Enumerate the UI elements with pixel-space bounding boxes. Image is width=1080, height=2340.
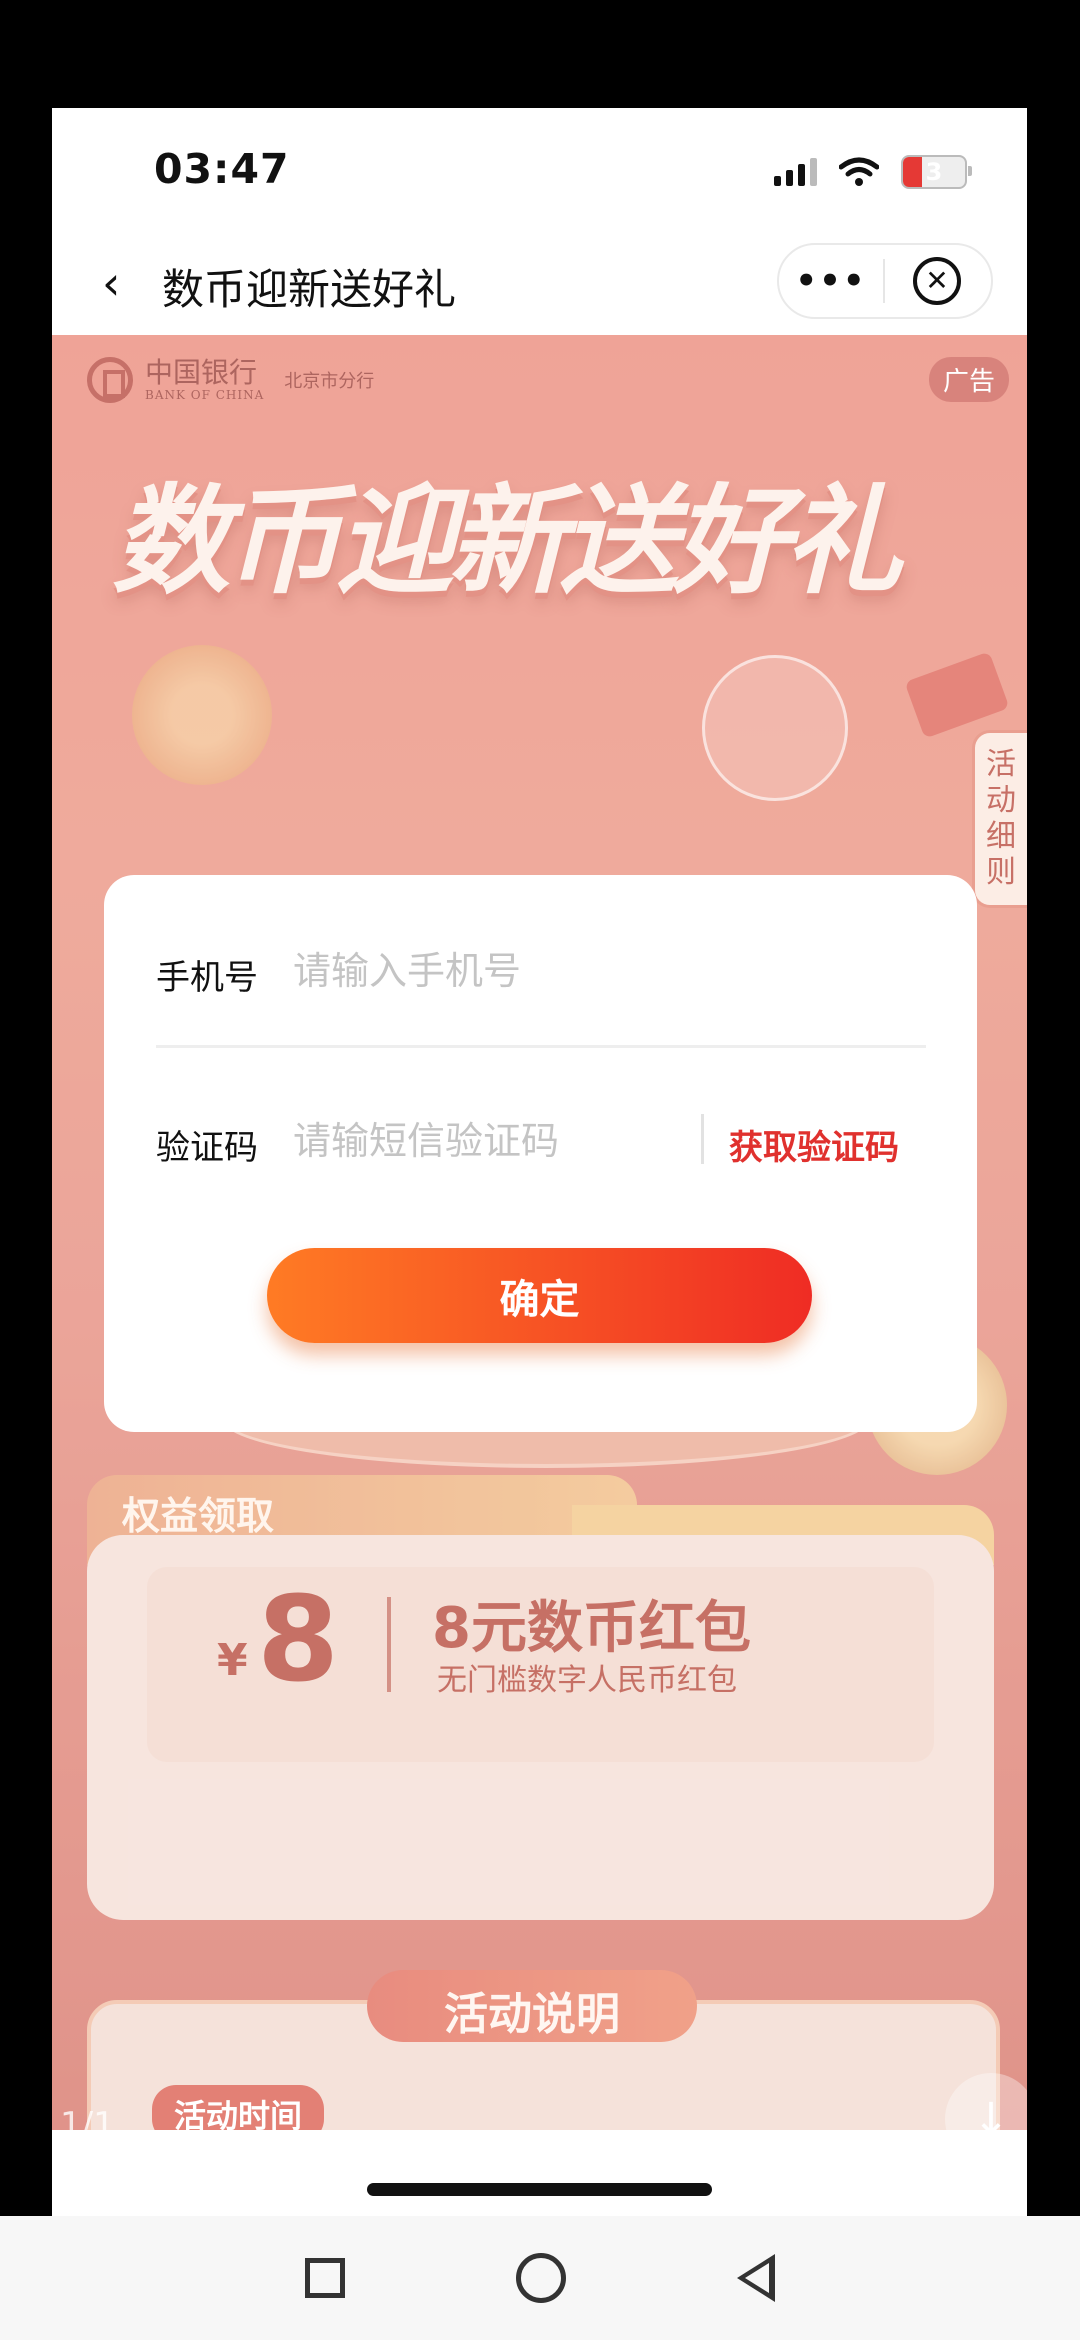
home-indicator[interactable]: [367, 2183, 712, 2196]
chevron-left-icon[interactable]: ‹: [102, 256, 120, 310]
activity-page: 中国银行 BANK OF CHINA 北京市分行 广告 数币迎新送好礼 活动细则…: [52, 335, 1027, 2130]
recent-apps-icon[interactable]: [305, 2258, 346, 2298]
code-input[interactable]: [291, 1118, 685, 1164]
get-code-button[interactable]: 获取验证码: [729, 1120, 899, 1169]
navigation-bar: ‹ 数币迎新送好礼 ••• ✕: [52, 228, 1027, 335]
code-divider: [701, 1114, 704, 1164]
home-icon[interactable]: [515, 2253, 566, 2303]
wifi-icon: [839, 157, 879, 186]
status-icons: 3: [774, 155, 972, 189]
page-indicator: 1/1: [60, 2105, 115, 2130]
battery-level: 3: [925, 158, 943, 186]
mini-program-capsule: ••• ✕: [777, 243, 993, 319]
status-time: 03:47: [154, 145, 290, 193]
phone-row: 手机号: [156, 948, 926, 1048]
code-label: 验证码: [156, 1128, 258, 1168]
close-button[interactable]: ✕: [885, 257, 989, 305]
page-title: 数币迎新送好礼: [162, 265, 457, 314]
system-navigation-bar: [0, 2216, 1080, 2340]
close-icon: ✕: [913, 257, 961, 305]
phone-label: 手机号: [156, 958, 258, 998]
bottom-safe-area: [52, 2130, 1027, 2216]
phone-input[interactable]: [291, 948, 695, 994]
confirm-button[interactable]: 确定: [267, 1248, 812, 1343]
more-button[interactable]: •••: [779, 261, 883, 301]
code-row: 验证码 获取验证码: [156, 1114, 926, 1190]
signal-icon: [774, 158, 817, 186]
back-triangle-icon[interactable]: [736, 2254, 775, 2302]
status-bar: 03:47 3: [52, 108, 1027, 228]
phone-screen: 03:47 3 ‹ 数币迎新送好礼 ••• ✕ 中国银行 BANK OF CHI…: [52, 108, 1027, 2216]
verification-dialog: 手机号 验证码 获取验证码 确定: [104, 875, 977, 1432]
battery-icon: 3: [901, 155, 972, 189]
